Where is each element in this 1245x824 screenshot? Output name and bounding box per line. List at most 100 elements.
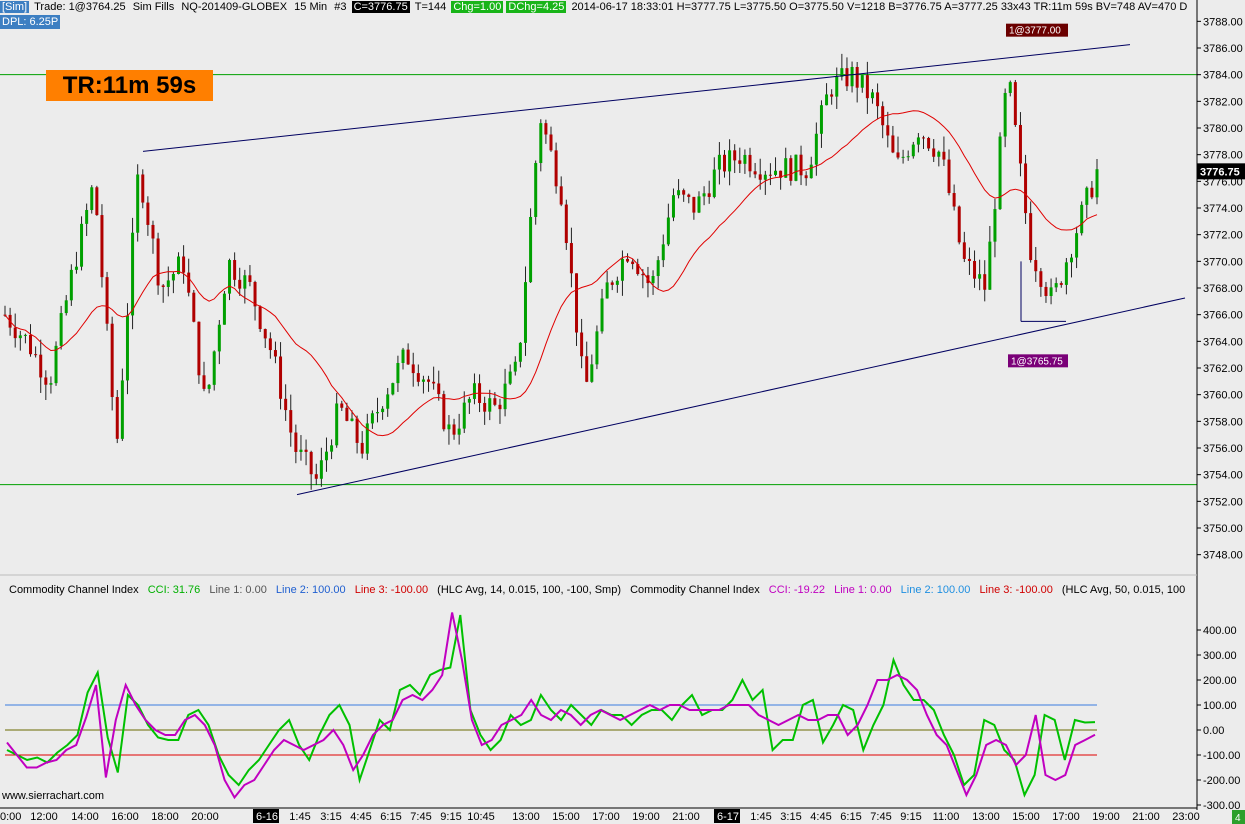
candle-body — [309, 451, 313, 475]
candle-body — [171, 273, 175, 281]
candle-body — [217, 324, 221, 352]
candle-body — [432, 381, 436, 384]
candle-body — [717, 154, 721, 170]
sierrachart-credit: www.sierrachart.com — [2, 790, 105, 802]
candle-body — [279, 356, 283, 399]
price-chart[interactable]: 1@3777.00 1@3765.75 3788.00 3786.00 3784.00… — [0, 0, 1245, 824]
candle-body — [799, 154, 803, 176]
candle-body — [932, 148, 936, 157]
candle-body — [110, 323, 114, 398]
candle-body — [44, 377, 48, 385]
candle-body — [728, 150, 732, 172]
cci1-params: (HLC Avg, 14, 0.015, 100, -100, Smp) — [437, 584, 622, 596]
candle-body — [115, 397, 119, 439]
candle-body — [697, 196, 701, 213]
price-tick-label: 3766.00 — [1203, 310, 1243, 322]
tick-count: T=144 — [414, 1, 447, 13]
candle-body — [222, 293, 226, 325]
time-tick-label: 17:00 — [592, 811, 620, 823]
price-tick-label: 3788.00 — [1203, 16, 1243, 28]
candle-body — [605, 282, 609, 299]
candle-body — [442, 394, 446, 430]
candle-body — [733, 150, 737, 161]
price-tick-label: 3750.00 — [1203, 523, 1243, 535]
candle-body — [228, 260, 232, 294]
candle-body — [406, 349, 410, 365]
fills-label: Sim Fills — [132, 1, 175, 13]
candle-body — [202, 375, 206, 389]
low-order-label: 1@3765.75 — [1011, 356, 1063, 367]
cci1-line1: Line 1: 0.00 — [209, 584, 267, 596]
candle-body — [539, 123, 543, 164]
candle-body — [166, 280, 170, 287]
candle-body — [748, 154, 752, 172]
time-tick-label: 10:45 — [467, 811, 495, 823]
candle-body — [294, 432, 298, 452]
candle-body — [901, 156, 905, 158]
time-tick-label: 14:00 — [71, 811, 99, 823]
candle-body — [595, 331, 599, 365]
candle-body — [692, 196, 696, 213]
candle-body — [626, 258, 630, 262]
candle-body — [192, 292, 196, 322]
time-tick-label: 4:45 — [350, 811, 371, 823]
candle-body — [467, 398, 471, 403]
time-tick-label: 16:00 — [111, 811, 139, 823]
candle-body — [330, 445, 334, 452]
candle-body — [141, 174, 145, 203]
candle-body — [967, 258, 971, 261]
candle-body — [1013, 82, 1017, 125]
time-tick-label: 3:15 — [320, 811, 341, 823]
candle-body — [534, 163, 538, 217]
candle-body — [983, 274, 987, 290]
price-tick-label: 3778.00 — [1203, 150, 1243, 162]
candle-body — [39, 354, 43, 378]
daily-change-value: DChg=4.25 — [506, 1, 567, 13]
candle-body — [794, 154, 798, 181]
price-tick-label: 3782.00 — [1203, 96, 1243, 108]
candle-body — [299, 449, 303, 452]
candle-body — [774, 170, 778, 175]
time-tick-label: 9:15 — [900, 811, 921, 823]
cci-tick-label: 200.00 — [1203, 675, 1237, 687]
price-tick-label: 3758.00 — [1203, 416, 1243, 428]
price-tick-label: 3752.00 — [1203, 496, 1243, 508]
candle-body — [324, 451, 328, 461]
candle-body — [136, 174, 140, 233]
candle-body — [207, 384, 211, 389]
high-order-label: 1@3777.00 — [1009, 26, 1061, 37]
cci2-line2: Line 2: 100.00 — [900, 584, 971, 596]
candle-body — [600, 298, 604, 332]
candle-body — [978, 274, 982, 279]
price-tick-label: 3774.00 — [1203, 203, 1243, 215]
sim-badge: [Sim] — [0, 1, 30, 13]
candle-body — [95, 187, 99, 216]
candle-body — [1059, 283, 1063, 285]
cci2-line1: Line 1: 0.00 — [834, 584, 892, 596]
candle-body — [146, 202, 150, 225]
candle-body — [1049, 287, 1053, 297]
candle-body — [1018, 124, 1022, 164]
candle-body — [855, 66, 859, 88]
cci-tick-label: 400.00 — [1203, 625, 1237, 637]
candle-body — [376, 412, 380, 414]
candle-body — [23, 334, 27, 336]
candle-body — [1069, 257, 1073, 263]
candle-body — [1039, 271, 1043, 287]
candle-body — [503, 383, 507, 410]
candle-body — [518, 342, 522, 362]
cci1-line2: Line 2: 100.00 — [275, 584, 346, 596]
candle-body — [523, 282, 527, 343]
corner-badge-label: 4 — [1235, 813, 1241, 824]
candle-body — [529, 216, 533, 283]
candle-body — [416, 373, 420, 382]
candle-body — [1064, 262, 1068, 285]
candle-body — [988, 241, 992, 290]
candle-body — [64, 300, 68, 314]
candle-body — [544, 123, 548, 135]
candle-body — [575, 273, 579, 333]
time-tick-label: 20:00 — [191, 811, 219, 823]
candle-body — [212, 351, 216, 385]
candle-body — [355, 418, 359, 443]
candle-body — [314, 474, 318, 479]
